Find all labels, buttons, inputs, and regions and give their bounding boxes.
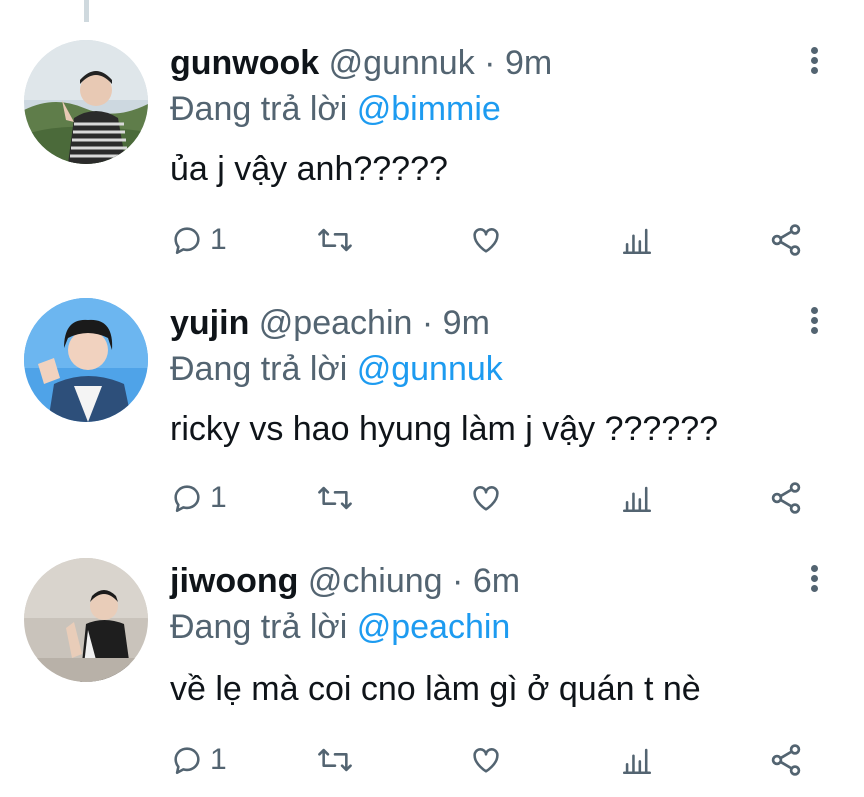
- replying-prefix: Đang trả lời: [170, 608, 348, 646]
- mention-link[interactable]: @peachin: [357, 608, 511, 646]
- replying-prefix: Đang trả lời: [170, 90, 348, 128]
- display-name[interactable]: gunwook: [170, 44, 319, 82]
- retweet-button[interactable]: [316, 220, 354, 260]
- like-icon: [473, 228, 499, 253]
- display-name[interactable]: jiwoong: [170, 562, 298, 600]
- timestamp[interactable]: 9m: [505, 44, 552, 82]
- reply-button[interactable]: 1: [170, 740, 227, 780]
- tweet-yujin[interactable]: yujin @peachin · 9m Đang trả lời @gunnuk…: [0, 260, 864, 520]
- reply-icon: [174, 747, 200, 775]
- analytics-button[interactable]: [620, 740, 654, 780]
- like-button[interactable]: [468, 220, 504, 260]
- analytics-icon: [622, 748, 652, 775]
- share-button[interactable]: [768, 740, 804, 780]
- reply-count: 1: [210, 743, 227, 776]
- reply-count: 1: [210, 481, 227, 514]
- retweet-icon: [318, 748, 352, 772]
- share-button[interactable]: [768, 478, 804, 518]
- tweet-actions: 1: [170, 478, 820, 518]
- tweet-text: về lẹ mà coi cno làm gì ở quán t nè: [170, 670, 701, 708]
- replying-to: Đang trả lời @peachin: [170, 606, 510, 648]
- separator-dot: ·: [484, 44, 496, 82]
- reply-count: 1: [210, 223, 227, 256]
- like-button[interactable]: [468, 740, 504, 780]
- more-options-icon[interactable]: [804, 44, 824, 84]
- replying-to: Đang trả lời @bimmie: [170, 88, 501, 130]
- separator-dot: ·: [421, 304, 434, 342]
- user-handle[interactable]: @peachin: [259, 304, 413, 342]
- replying-prefix: Đang trả lời: [170, 350, 348, 388]
- like-icon: [473, 748, 499, 773]
- retweet-icon: [318, 486, 352, 510]
- analytics-button[interactable]: [620, 478, 654, 518]
- timestamp[interactable]: 9m: [443, 304, 490, 342]
- mention-link[interactable]: @bimmie: [357, 90, 501, 128]
- replying-to: Đang trả lời @gunnuk: [170, 348, 503, 390]
- reply-button[interactable]: 1: [170, 220, 227, 260]
- tweet-header: yujin @peachin · 9m: [170, 302, 490, 344]
- avatar[interactable]: [24, 298, 148, 422]
- tweet-actions: 1: [170, 220, 820, 260]
- analytics-icon: [622, 228, 652, 255]
- like-button[interactable]: [468, 478, 504, 518]
- user-handle[interactable]: @gunnuk: [329, 44, 475, 82]
- timestamp[interactable]: 6m: [473, 562, 520, 600]
- tweet-jiwoong[interactable]: jiwoong @chiung · 6m Đang trả lời @peach…: [0, 518, 864, 778]
- retweet-icon: [318, 228, 352, 252]
- separator-dot: ·: [452, 562, 464, 600]
- tweet-text: ricky vs hao hyung làm j vậy ??????: [170, 410, 719, 448]
- tweet-header: gunwook @gunnuk · 9m: [170, 42, 552, 84]
- tweet-actions: 1: [170, 740, 820, 780]
- user-handle[interactable]: @chiung: [308, 562, 443, 600]
- retweet-button[interactable]: [316, 740, 354, 780]
- reply-button[interactable]: 1: [170, 478, 227, 518]
- tweet-header: jiwoong @chiung · 6m: [170, 560, 520, 602]
- avatar[interactable]: [24, 40, 148, 164]
- share-icon: [771, 224, 801, 256]
- share-button[interactable]: [768, 220, 804, 260]
- mention-link[interactable]: @gunnuk: [357, 350, 503, 388]
- analytics-button[interactable]: [620, 220, 654, 260]
- like-icon: [473, 486, 499, 511]
- more-options-icon[interactable]: [804, 304, 824, 344]
- reply-icon: [174, 485, 200, 513]
- analytics-icon: [622, 486, 652, 513]
- avatar[interactable]: [24, 558, 148, 682]
- more-options-icon[interactable]: [804, 562, 824, 602]
- display-name[interactable]: yujin: [170, 304, 249, 342]
- share-icon: [771, 744, 801, 776]
- tweet-text: ủa j vậy anh?????: [170, 150, 448, 188]
- tweet-gunwook[interactable]: gunwook @gunnuk · 9m Đang trả lời @bimmi…: [0, 0, 864, 260]
- reply-icon: [174, 227, 200, 255]
- share-icon: [771, 482, 801, 514]
- retweet-button[interactable]: [316, 478, 354, 518]
